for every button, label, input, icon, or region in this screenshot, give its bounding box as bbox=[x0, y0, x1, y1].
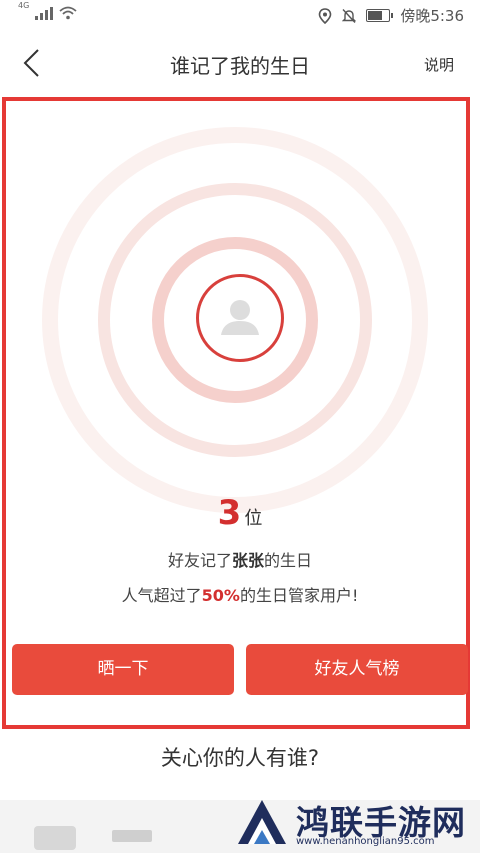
friend-ranking-button[interactable]: 好友人气榜 bbox=[246, 644, 468, 695]
line2-suffix: 的生日管家用户! bbox=[239, 586, 359, 605]
status-bar: 4G 傍晚5:36 bbox=[0, 0, 480, 32]
wifi-icon bbox=[59, 6, 77, 20]
help-link[interactable]: 说明 bbox=[424, 54, 454, 75]
line1-suffix: 的生日 bbox=[264, 551, 313, 570]
network-type: 4G bbox=[18, 1, 30, 10]
status-right: 傍晚5:36 bbox=[318, 5, 464, 26]
bell-muted-icon bbox=[342, 8, 357, 23]
count-value: 3 bbox=[217, 493, 242, 533]
battery-icon bbox=[366, 9, 394, 22]
friends-remembered-text: 好友记了张张的生日 bbox=[0, 547, 480, 571]
signal-icon bbox=[35, 6, 54, 20]
list-item-avatar bbox=[34, 826, 76, 850]
status-time: 傍晚5:36 bbox=[400, 7, 464, 25]
watermark-logo-icon bbox=[238, 800, 286, 844]
count-unit: 位 bbox=[244, 508, 263, 529]
popularity-text: 人气超过了50%的生日管家用户! bbox=[0, 582, 480, 606]
watermark: 鸿联手游网 www.henanhonglian95.com bbox=[232, 794, 480, 853]
page-title: 谁记了我的生日 bbox=[170, 54, 310, 78]
watermark-url: www.henanhonglian95.com bbox=[296, 836, 435, 847]
nav-bar: 谁记了我的生日 说明 bbox=[0, 32, 480, 94]
popularity-percent: 50% bbox=[201, 586, 240, 605]
list-item-label bbox=[112, 830, 152, 842]
avatar bbox=[196, 274, 284, 362]
friend-count: 3位 bbox=[0, 493, 480, 533]
user-name: 张张 bbox=[231, 551, 264, 570]
user-placeholder-icon bbox=[221, 300, 259, 335]
status-left: 4G bbox=[18, 2, 77, 20]
share-button[interactable]: 晒一下 bbox=[12, 644, 234, 695]
line1-prefix: 好友记了 bbox=[167, 551, 232, 570]
location-icon bbox=[319, 7, 332, 24]
line2-prefix: 人气超过了 bbox=[121, 586, 202, 605]
section-title: 关心你的人有谁? bbox=[160, 746, 320, 770]
